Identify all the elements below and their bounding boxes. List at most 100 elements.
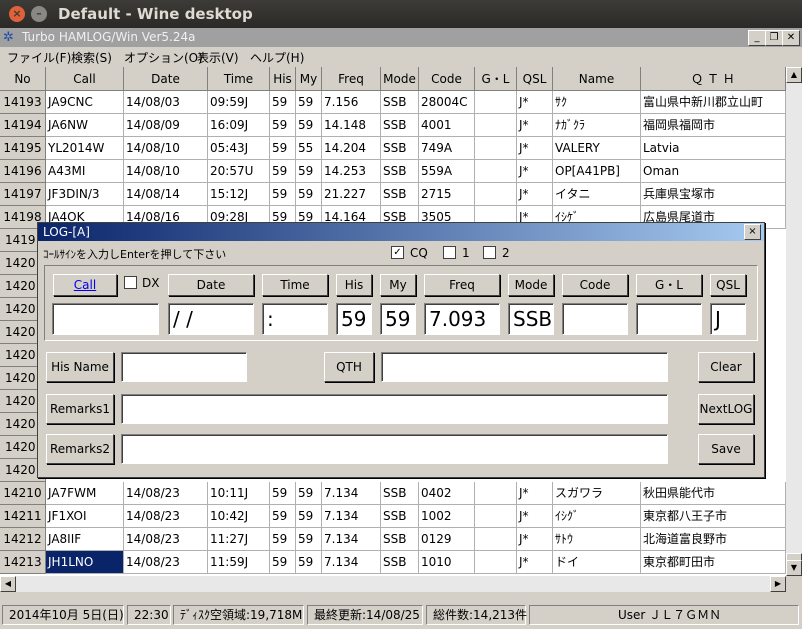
cell-call[interactable]: JH1LNO [46, 551, 124, 574]
cell-time[interactable]: 05:43J [208, 137, 270, 160]
qsl-input[interactable]: J [710, 303, 746, 335]
remarks1-input[interactable] [121, 394, 668, 424]
time-input[interactable]: : [262, 303, 328, 335]
remarks2-button[interactable]: Remarks2 [46, 434, 114, 464]
row-number[interactable]: 14213 [0, 551, 46, 574]
cell-freq[interactable]: 14.253 [322, 160, 381, 183]
his-name-input[interactable] [121, 352, 247, 382]
cell-his[interactable]: 59 [270, 528, 296, 551]
cell-gl[interactable] [475, 160, 517, 183]
gl-input[interactable] [636, 303, 702, 335]
cell-his[interactable]: 59 [270, 160, 296, 183]
gl-button[interactable]: G・L [636, 274, 702, 296]
date-input[interactable]: / / [168, 303, 254, 335]
horizontal-scrollbar[interactable]: ◀ ▶ [0, 576, 786, 592]
row-number[interactable]: 14196 [0, 160, 46, 183]
cell-name[interactable]: ｲｼｸﾞ [553, 505, 641, 528]
col-header-my[interactable]: My [296, 67, 322, 91]
cell-my[interactable]: 59 [296, 528, 322, 551]
cell-qth[interactable]: 富山県中新川郡立山町 [641, 91, 786, 114]
clear-button[interactable]: Clear [698, 352, 754, 382]
cell-name[interactable]: VALERY [553, 137, 641, 160]
col-header-qth[interactable]: Ｑ Ｔ Ｈ [641, 67, 786, 91]
cell-time[interactable]: 20:57U [208, 160, 270, 183]
cell-gl[interactable] [475, 528, 517, 551]
qth-input[interactable] [381, 352, 668, 382]
date-button[interactable]: Date [168, 274, 254, 296]
col-header-time[interactable]: Time [208, 67, 270, 91]
cq-checkbox[interactable]: ✓ [391, 246, 404, 259]
cell-qth[interactable]: 秋田県能代市 [641, 482, 786, 505]
cell-name[interactable]: イタニ [553, 183, 641, 206]
cell-name[interactable]: ｻﾄｳ [553, 528, 641, 551]
call-input[interactable] [52, 303, 159, 335]
row-number[interactable]: 14195 [0, 137, 46, 160]
cell-date[interactable]: 14/08/10 [124, 137, 208, 160]
cell-call[interactable]: YL2014W [46, 137, 124, 160]
cell-qsl[interactable]: J* [517, 482, 553, 505]
menu-options[interactable]: オプション(O) [124, 49, 203, 66]
dialog-close-button[interactable]: × [744, 224, 761, 240]
row-number[interactable]: 14197 [0, 183, 46, 206]
cell-name[interactable]: OP[A41PB] [553, 160, 641, 183]
cell-time[interactable]: 16:09J [208, 114, 270, 137]
cell-code[interactable]: 1002 [419, 505, 475, 528]
row-number[interactable]: 14210 [0, 482, 46, 505]
cell-his[interactable]: 59 [270, 505, 296, 528]
cell-code[interactable]: 559A [419, 160, 475, 183]
option2-checkbox[interactable] [483, 246, 496, 259]
cell-qth[interactable]: Latvia [641, 137, 786, 160]
cell-my[interactable]: 59 [296, 114, 322, 137]
col-header-freq[interactable]: Freq [322, 67, 381, 91]
cell-qsl[interactable]: J* [517, 91, 553, 114]
col-header-call[interactable]: Call [46, 67, 124, 91]
cell-gl[interactable] [475, 551, 517, 574]
cell-time[interactable]: 11:59J [208, 551, 270, 574]
nextlog-button[interactable]: NextLOG [698, 394, 754, 424]
cell-date[interactable]: 14/08/23 [124, 482, 208, 505]
cell-code[interactable]: 749A [419, 137, 475, 160]
row-number[interactable]: 14211 [0, 505, 46, 528]
cell-mode[interactable]: SSB [381, 137, 419, 160]
qth-button[interactable]: QTH [324, 352, 374, 382]
cell-qsl[interactable]: J* [517, 160, 553, 183]
cell-name[interactable]: ﾅｶﾞｸﾗ [553, 114, 641, 137]
cell-my[interactable]: 59 [296, 482, 322, 505]
his-input[interactable]: 59 [336, 303, 372, 335]
cell-mode[interactable]: SSB [381, 528, 419, 551]
row-number[interactable]: 14193 [0, 91, 46, 114]
cell-freq[interactable]: 7.156 [322, 91, 381, 114]
col-header-no[interactable]: No [0, 67, 46, 91]
menu-file[interactable]: ファイル(F) [7, 49, 71, 66]
cell-gl[interactable] [475, 183, 517, 206]
mode-input[interactable]: SSB [508, 303, 554, 335]
cell-gl[interactable] [475, 114, 517, 137]
cell-freq[interactable]: 7.134 [322, 505, 381, 528]
his-button[interactable]: His [336, 274, 372, 296]
time-button[interactable]: Time [262, 274, 328, 296]
cell-his[interactable]: 59 [270, 482, 296, 505]
cell-name[interactable]: ドイ [553, 551, 641, 574]
cell-code[interactable]: 4001 [419, 114, 475, 137]
cell-mode[interactable]: SSB [381, 114, 419, 137]
cell-time[interactable]: 11:27J [208, 528, 270, 551]
cell-name[interactable]: ｻｸ [553, 91, 641, 114]
cell-my[interactable]: 59 [296, 183, 322, 206]
col-header-gl[interactable]: G・L [475, 67, 517, 91]
cell-date[interactable]: 14/08/14 [124, 183, 208, 206]
app-restore-button[interactable]: ❐ [765, 30, 783, 46]
cell-qsl[interactable]: J* [517, 551, 553, 574]
cell-date[interactable]: 14/08/09 [124, 114, 208, 137]
cell-his[interactable]: 59 [270, 183, 296, 206]
cell-freq[interactable]: 7.134 [322, 482, 381, 505]
cell-his[interactable]: 59 [270, 91, 296, 114]
cell-my[interactable]: 59 [296, 551, 322, 574]
cell-qth[interactable]: Oman [641, 160, 786, 183]
remarks1-button[interactable]: Remarks1 [46, 394, 114, 424]
qsl-button[interactable]: QSL [710, 274, 746, 296]
cell-date[interactable]: 14/08/23 [124, 528, 208, 551]
cell-call[interactable]: JA9CNC [46, 91, 124, 114]
scroll-down-icon[interactable]: ▼ [786, 560, 802, 576]
scroll-up-icon[interactable]: ▲ [786, 67, 802, 83]
menu-help[interactable]: ヘルプ(H) [250, 49, 304, 66]
